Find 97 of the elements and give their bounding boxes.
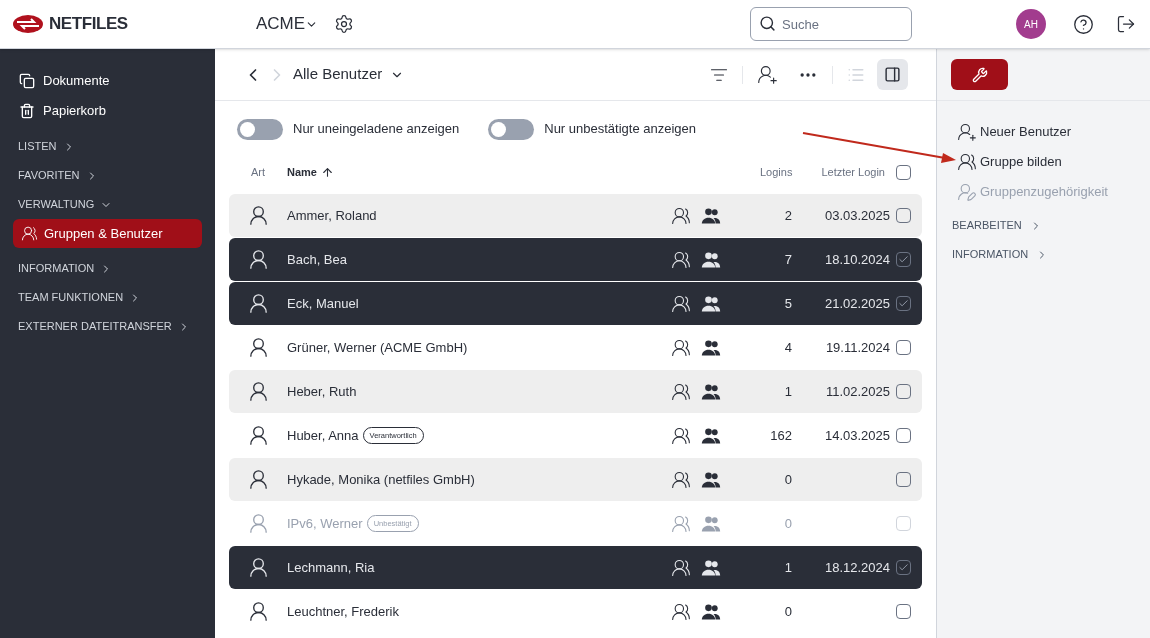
user-name: Eck, Manuel xyxy=(287,294,359,313)
user-name: Heber, Ruth xyxy=(287,382,357,401)
logout-icon[interactable] xyxy=(1116,14,1136,34)
help-icon[interactable] xyxy=(1073,13,1094,35)
user-name: Hykade, Monika (netfiles GmbH) xyxy=(287,470,475,489)
groups-icon xyxy=(671,425,691,446)
groups-icon xyxy=(671,337,691,358)
settings-icon[interactable] xyxy=(334,14,355,34)
groups-icon xyxy=(671,293,691,314)
view-dropdown[interactable]: Alle Benutzer xyxy=(293,63,405,86)
sidebar-item[interactable]: Dokumente xyxy=(13,66,202,96)
groups-icon xyxy=(671,381,691,402)
row-checkbox[interactable] xyxy=(896,252,911,267)
logins-cell-text: 162 xyxy=(769,426,792,445)
user-name: Grüner, Werner (ACME GmbH) xyxy=(287,338,468,357)
sort-ascending-icon xyxy=(320,165,334,179)
detail-panel-toggle[interactable] xyxy=(877,59,908,90)
row-checkbox[interactable] xyxy=(896,208,911,223)
groups-icon xyxy=(671,601,691,622)
check-icon xyxy=(898,298,909,309)
panel-action[interactable]: Gruppe bilden xyxy=(957,147,1150,177)
last-login-cell-text: 21.02.2025 xyxy=(824,294,890,313)
search-field[interactable]: Suche xyxy=(750,7,912,41)
user-name: Lechmann, Ria xyxy=(287,558,375,577)
column-header: Logins xyxy=(759,164,793,180)
logo-icon xyxy=(13,14,43,34)
last-login-cell-text: 14.03.2025 xyxy=(824,426,890,445)
groups-icon xyxy=(671,249,691,270)
logins-cell-text: 2 xyxy=(783,206,792,225)
workspace-dropdown[interactable]: ACME xyxy=(256,11,319,37)
row-checkbox[interactable] xyxy=(896,340,911,355)
wrench-icon xyxy=(971,66,988,83)
groups-icon xyxy=(671,557,691,578)
user-avatar[interactable]: AH xyxy=(1016,9,1046,39)
toggle-switch[interactable] xyxy=(488,118,535,140)
user-name: Ammer, Roland xyxy=(287,206,377,225)
toggle-switch[interactable] xyxy=(237,118,283,140)
sidebar-section[interactable]: INFORMATION xyxy=(13,254,202,283)
row-checkbox[interactable] xyxy=(896,604,911,619)
user-add-icon[interactable] xyxy=(757,64,778,85)
row-checkbox[interactable] xyxy=(896,296,911,311)
user-row[interactable]: Lechmann, Ria 1 18.12.2024 xyxy=(229,546,922,589)
user-row[interactable]: Hykade, Monika (netfiles GmbH) 0 xyxy=(229,458,922,501)
toggle-label: Nur unbestätigte anzeigen xyxy=(544,120,697,139)
last-login-cell-text: 11.02.2025 xyxy=(825,382,890,401)
row-checkbox[interactable] xyxy=(896,560,911,575)
user-name: Bach, Bea xyxy=(287,250,347,269)
last-login-cell-text: 18.10.2024 xyxy=(824,250,890,269)
user-row[interactable]: Bach, Bea 7 18.10.2024 xyxy=(229,238,922,281)
user-name: IPv6, Werner xyxy=(287,514,363,533)
users-icon xyxy=(21,225,38,242)
groups-icon xyxy=(671,513,691,534)
column-header: Letzter Login xyxy=(821,164,885,180)
groups-icon xyxy=(671,205,691,226)
sidebar-section[interactable]: FAVORITEN xyxy=(13,161,202,190)
row-checkbox[interactable] xyxy=(896,428,911,443)
sidebar-section[interactable]: VERWALTUNG xyxy=(13,190,202,219)
logo-text: NETFILES xyxy=(49,13,128,36)
sidebar-section[interactable]: LISTEN xyxy=(13,132,202,161)
user-row[interactable]: Heber, Ruth 1 11.02.2025 xyxy=(229,370,922,413)
documents-icon xyxy=(19,73,35,89)
groups-icon xyxy=(671,469,691,490)
trash-icon xyxy=(19,103,35,119)
check-icon xyxy=(898,562,909,573)
user-add-icon xyxy=(957,122,977,142)
sidebar-section[interactable]: TEAM FUNKTIONEN xyxy=(13,283,202,312)
last-login-cell-text: 03.03.2025 xyxy=(824,206,890,225)
user-name: Huber, Anna xyxy=(287,426,359,445)
search-icon xyxy=(759,15,776,32)
user-row[interactable]: Eck, Manuel 5 21.02.2025 xyxy=(229,282,922,325)
user-name: Leuchtner, Frederik xyxy=(287,602,399,621)
panel-icon xyxy=(884,66,901,83)
panel-action[interactable]: Neuer Benutzer xyxy=(957,117,1150,147)
logins-cell-text: 0 xyxy=(783,514,792,533)
row-checkbox[interactable] xyxy=(896,384,911,399)
row-checkbox[interactable] xyxy=(896,472,911,487)
panel-section[interactable]: BEARBEITEN xyxy=(952,211,1150,240)
logins-cell-text: 1 xyxy=(783,558,792,577)
column-header[interactable]: Name xyxy=(287,163,334,181)
logins-cell-text: 7 xyxy=(783,250,792,269)
sidebar-item[interactable]: Gruppen & Benutzer xyxy=(13,219,202,248)
check-icon xyxy=(898,254,909,265)
toggle-label: Nur uneingeladene anzeigen xyxy=(293,120,460,139)
logins-cell-text: 0 xyxy=(783,602,792,621)
logins-cell-text: 5 xyxy=(783,294,792,313)
panel-section[interactable]: INFORMATION xyxy=(952,240,1150,269)
tools-button[interactable] xyxy=(951,59,1008,90)
select-all-checkbox[interactable] xyxy=(896,164,911,180)
user-row[interactable]: Ammer, Roland 2 03.03.2025 xyxy=(229,194,922,237)
logins-cell-text: 1 xyxy=(783,382,792,401)
logins-cell-text: 4 xyxy=(783,338,792,357)
column-header: Art xyxy=(249,164,267,180)
last-login-cell-text: 19.11.2024 xyxy=(825,338,890,357)
last-login-cell-text: 18.12.2024 xyxy=(824,558,890,577)
logins-cell-text: 0 xyxy=(783,470,792,489)
sidebar-section[interactable]: EXTERNER DATEITRANSFER xyxy=(13,312,202,341)
sidebar-item[interactable]: Papierkorb xyxy=(13,96,202,126)
